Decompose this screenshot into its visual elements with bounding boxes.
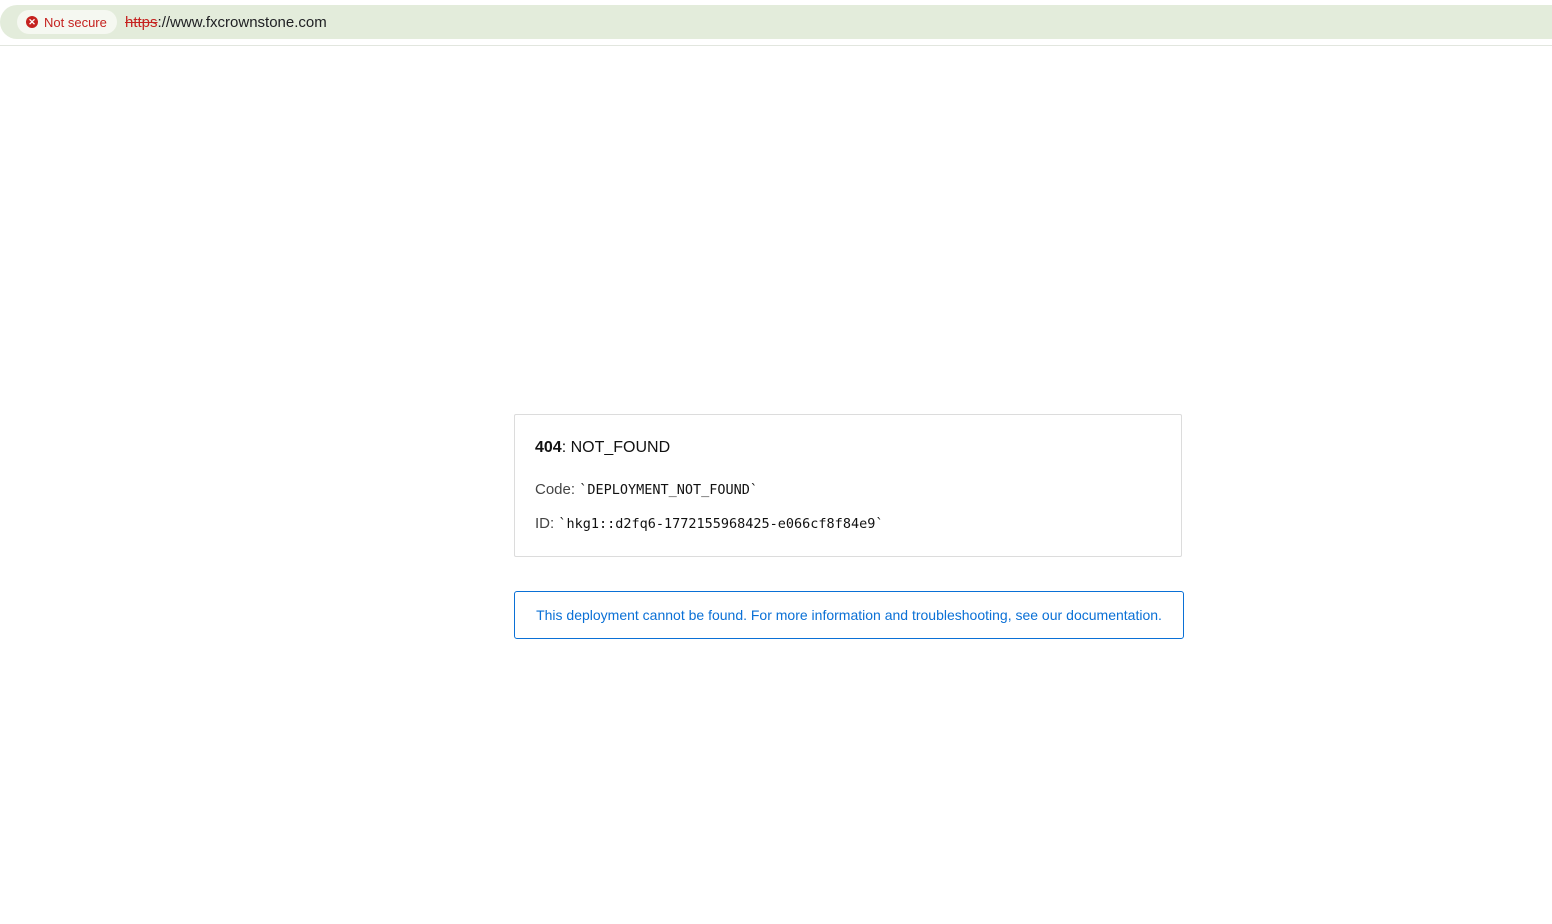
info-message: This deployment cannot be found. For mor… (536, 607, 1063, 623)
code-label: Code: (535, 481, 576, 498)
address-bar[interactable]: ✕ Not secure https://www.fxcrownstone.co… (0, 5, 1552, 39)
error-circle-icon: ✕ (26, 16, 38, 28)
error-card: 404: NOT_FOUND Code: `DEPLOYMENT_NOT_FOU… (514, 414, 1182, 557)
security-indicator[interactable]: ✕ Not secure (17, 10, 117, 34)
id-value: `hkg1::d2fq6-1772155968425-e066cf8f84e9` (558, 516, 884, 532)
status-code: 404 (535, 439, 562, 456)
url-text[interactable]: https://www.fxcrownstone.com (125, 14, 327, 31)
error-title: 404: NOT_FOUND (535, 439, 670, 457)
status-text: : NOT_FOUND (561, 439, 671, 456)
security-label: Not secure (44, 14, 107, 30)
error-code-row: Code: `DEPLOYMENT_NOT_FOUND` (535, 481, 758, 498)
url-host: ://www.fxcrownstone.com (157, 14, 327, 31)
url-scheme: https (125, 14, 158, 31)
id-label: ID: (535, 515, 555, 532)
info-banner: This deployment cannot be found. For mor… (514, 591, 1184, 639)
documentation-link[interactable]: documentation. (1066, 607, 1162, 623)
error-id-row: ID: `hkg1::d2fq6-1772155968425-e066cf8f8… (535, 515, 883, 532)
code-value: `DEPLOYMENT_NOT_FOUND` (579, 482, 759, 498)
browser-toolbar: ✕ Not secure https://www.fxcrownstone.co… (0, 0, 1552, 46)
